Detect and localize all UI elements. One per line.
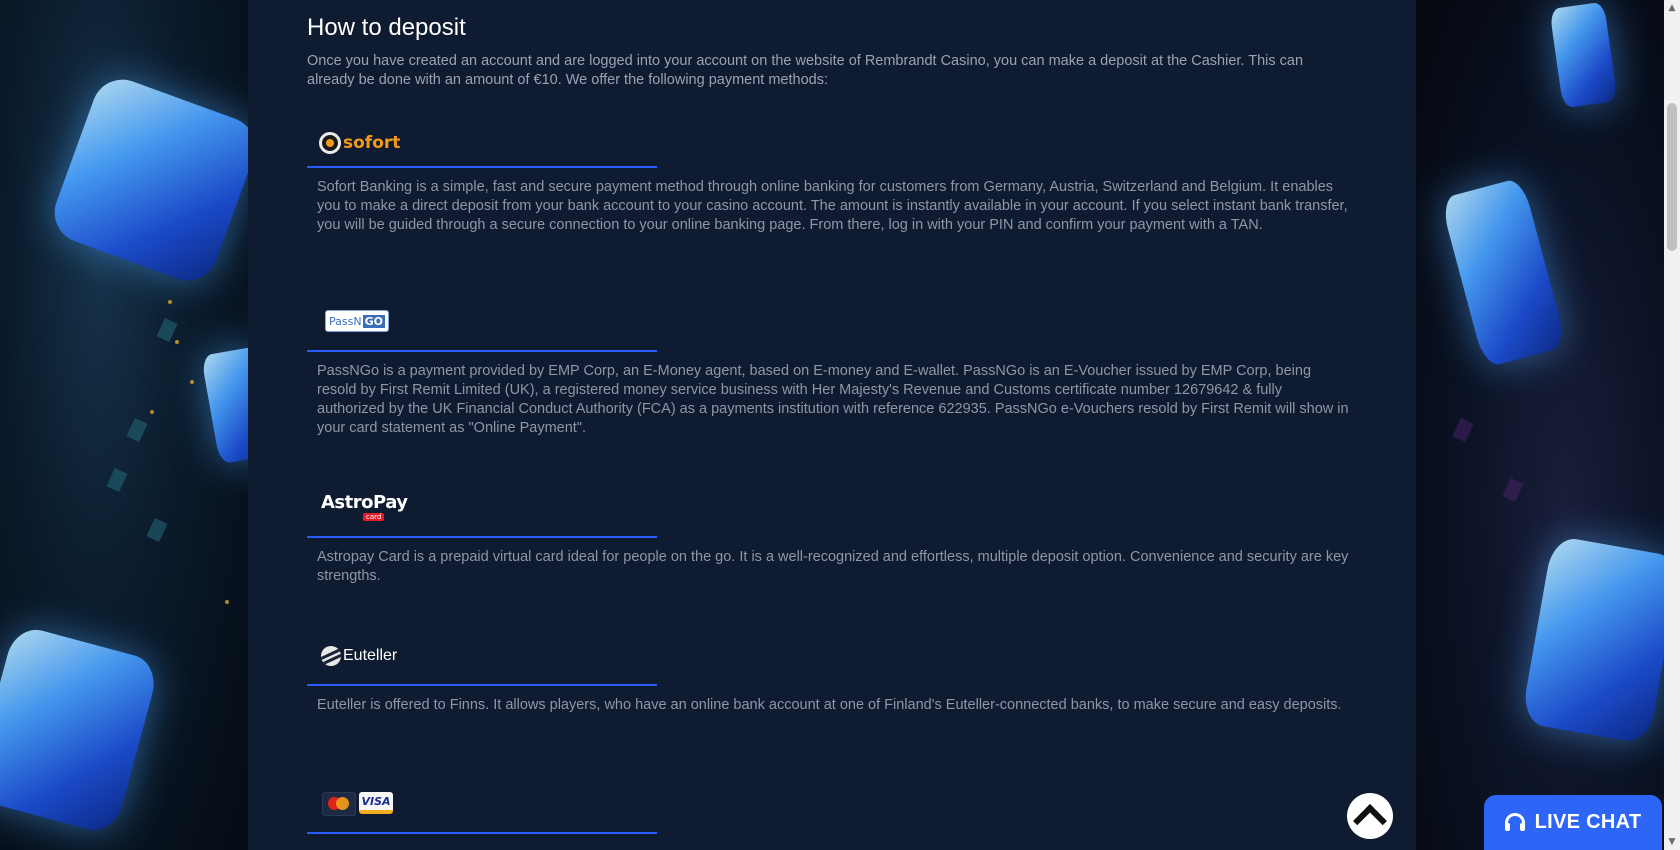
mastercard-icon: [322, 792, 356, 816]
page-title: How to deposit: [307, 14, 466, 41]
method-logo: VISA: [307, 784, 657, 832]
method-logo: AstroPay card: [307, 488, 657, 536]
passngo-logo-icon: PassN GO: [325, 310, 389, 332]
payment-method-passngo: PassN GO PassNGo is a payment provided by…: [307, 302, 1357, 438]
headset-icon: [1504, 812, 1525, 833]
sofort-logo-text: sofort: [343, 133, 401, 153]
method-divider: [307, 832, 657, 834]
crystal-decoration: [200, 345, 248, 465]
intro-text: Once you have created an account and are…: [307, 53, 1304, 88]
payment-method-sofort: sofort Sofort Banking is a simple, fast …: [307, 118, 1357, 235]
method-logo: sofort: [307, 118, 657, 166]
method-description: Astropay Card is a prepaid virtual card …: [317, 549, 1349, 584]
page-scrollbar[interactable]: ▲ ▼: [1664, 0, 1680, 850]
scroll-down-arrow-icon[interactable]: ▼: [1664, 834, 1680, 850]
crystal-decoration: [1520, 535, 1664, 745]
astropay-logo-icon: AstroPay card: [321, 492, 408, 521]
back-to-top-button[interactable]: [1347, 793, 1393, 839]
live-chat-label: LIVE CHAT: [1534, 811, 1642, 833]
live-chat-button[interactable]: LIVE CHAT: [1484, 795, 1662, 850]
method-description: PassNGo is a payment provided by EMP Cor…: [317, 363, 1349, 436]
crystal-decoration: [1439, 176, 1568, 369]
chevron-up-icon: [1353, 804, 1387, 838]
crystal-decoration: [0, 623, 161, 837]
method-divider: [307, 166, 657, 168]
euteller-logo-icon: Euteller: [321, 646, 397, 666]
crystal-decoration: [46, 71, 248, 289]
scrollbar-thumb[interactable]: [1667, 103, 1677, 251]
payment-method-astropay: AstroPay card Astropay Card is a prepaid…: [307, 488, 1357, 586]
method-divider: [307, 350, 657, 352]
mastercard-visa-logo-icon: VISA: [322, 792, 393, 816]
background-right-decoration: [1416, 0, 1664, 850]
visa-icon: VISA: [359, 792, 393, 814]
method-divider: [307, 684, 657, 686]
crystal-decoration: [1549, 1, 1618, 109]
payment-method-credit-cards: VISA: [307, 784, 1357, 834]
method-logo: PassN GO: [307, 302, 657, 350]
method-logo: Euteller: [307, 636, 657, 684]
scroll-up-arrow-icon[interactable]: ▲: [1664, 0, 1680, 16]
main-content: How to deposit Once you have created an …: [248, 0, 1416, 850]
method-description: Sofort Banking is a simple, fast and sec…: [317, 179, 1348, 233]
background-left-decoration: [0, 0, 248, 850]
method-divider: [307, 536, 657, 538]
method-description: Euteller is offered to Finns. It allows …: [317, 697, 1342, 713]
payment-method-euteller: Euteller Euteller is offered to Finns. I…: [307, 636, 1357, 715]
sofort-logo-icon: sofort: [319, 132, 400, 154]
